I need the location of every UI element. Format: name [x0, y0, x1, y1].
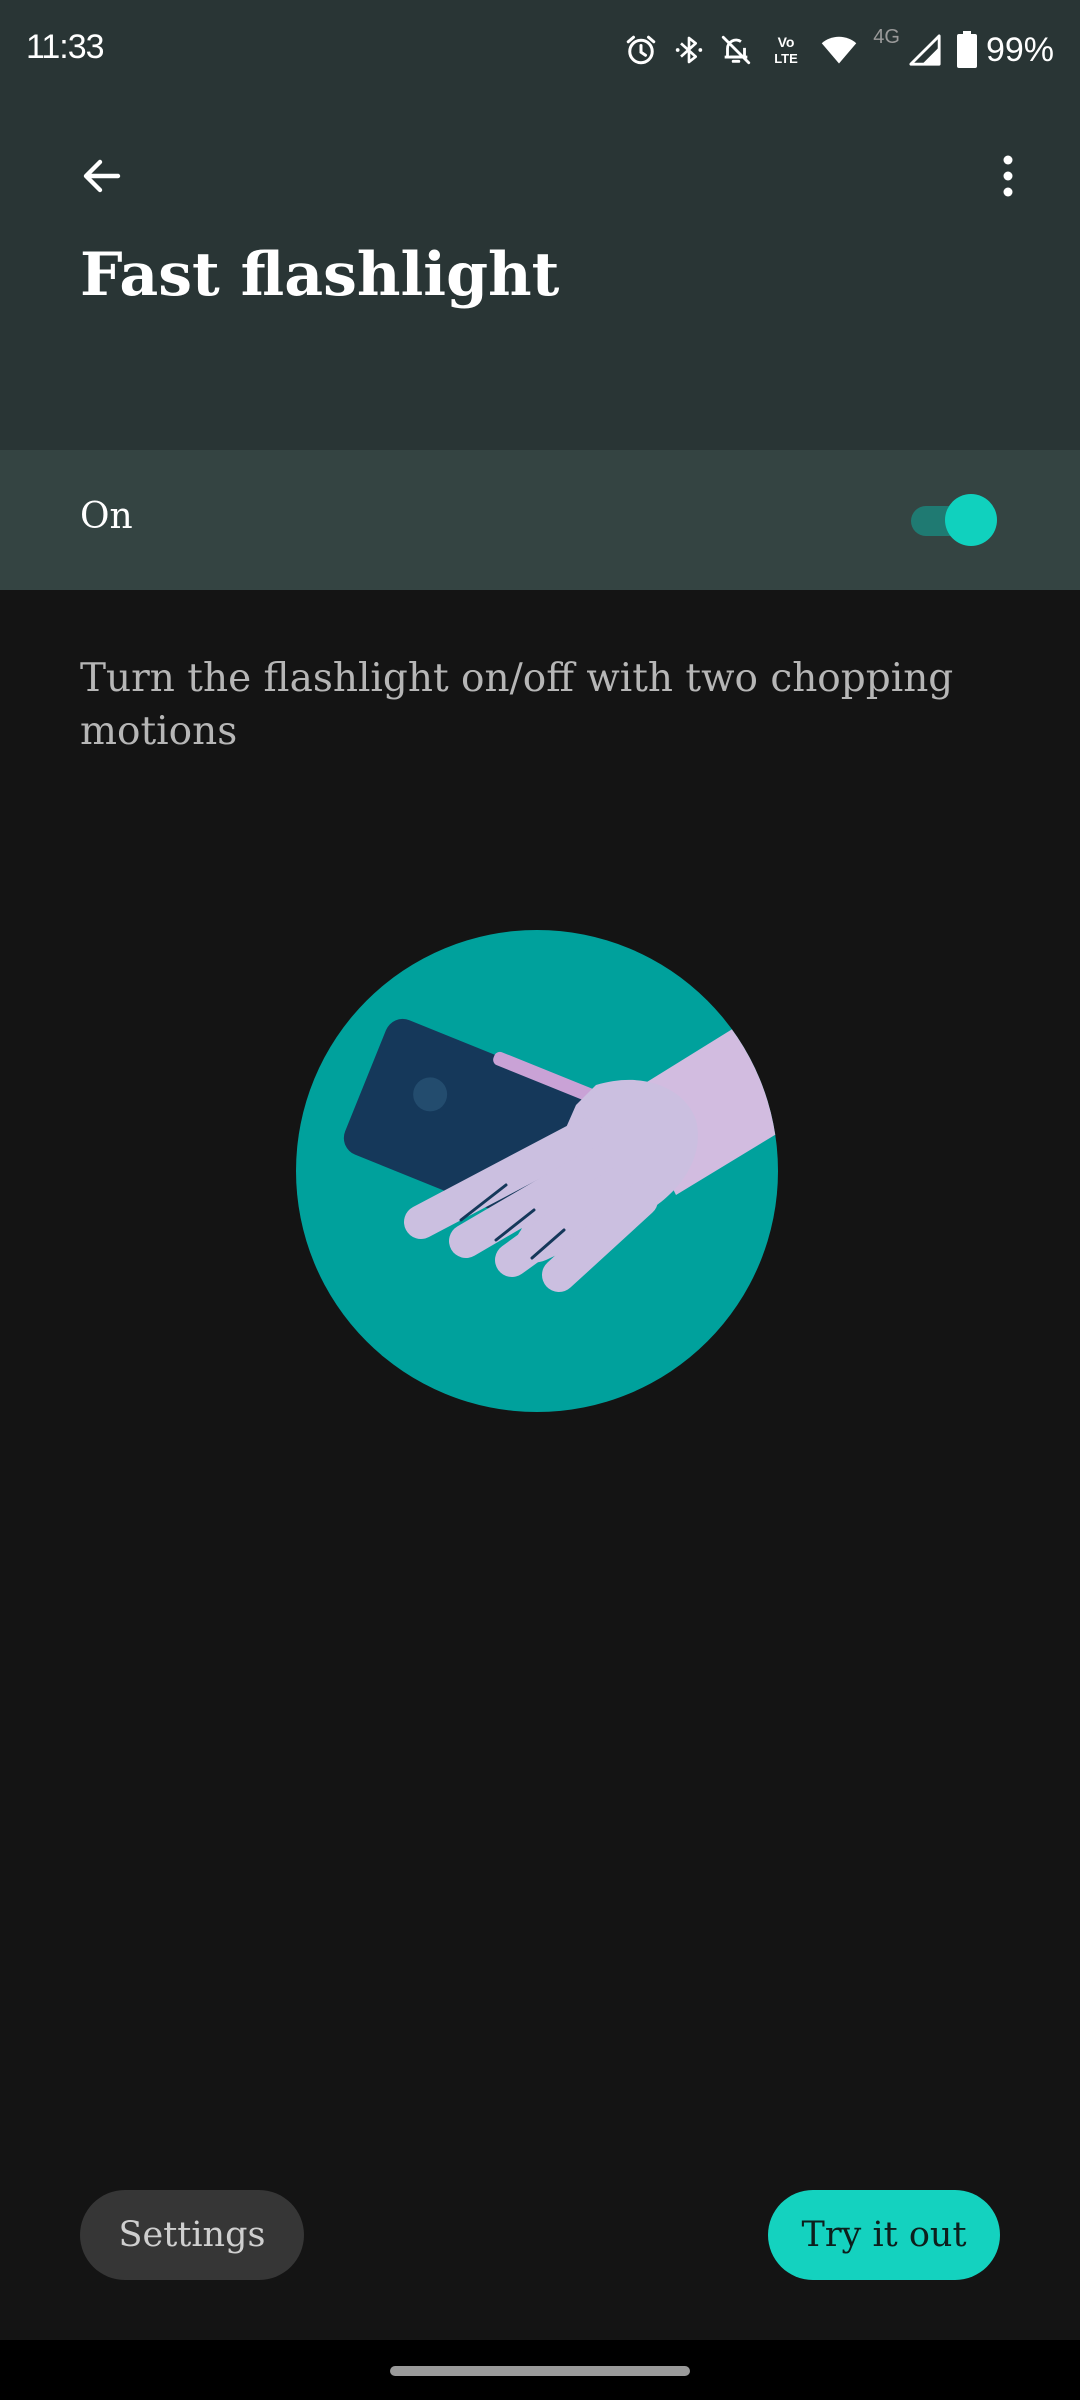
switch-thumb: [945, 494, 997, 546]
more-options-button[interactable]: [968, 138, 1048, 218]
settings-button[interactable]: Settings: [80, 2190, 304, 2280]
alarm-icon: [623, 32, 659, 68]
gesture-nav-bar: [0, 2340, 1080, 2400]
battery-percent: 99%: [985, 30, 1054, 69]
bluetooth-icon: [673, 32, 705, 68]
status-icons: Vo LTE 4G 99%: [623, 24, 1054, 76]
more-vert-icon: [1000, 152, 1016, 204]
cell-signal-icon: [908, 32, 942, 68]
home-indicator[interactable]: [390, 2366, 690, 2376]
app-bar: Fast flashlight: [0, 100, 1080, 450]
feature-switch[interactable]: [907, 494, 1003, 546]
battery-icon: [956, 31, 978, 69]
feature-description: Turn the flashlight on/off with two chop…: [80, 656, 954, 754]
page-title: Fast flashlight: [80, 240, 560, 310]
feature-toggle-row[interactable]: On: [0, 450, 1080, 590]
try-it-out-button[interactable]: Try it out: [768, 2190, 1000, 2280]
volte-bottom-text: LTE: [774, 51, 798, 66]
wifi-icon: [819, 32, 859, 68]
arrow-back-icon: [78, 152, 126, 204]
status-bar: 11:33 Vo LTE 4G 99%: [0, 0, 1080, 100]
hand-holding-phone-illustration: [296, 930, 778, 1412]
status-time: 11:33: [26, 28, 105, 66]
back-button[interactable]: [62, 138, 142, 218]
volte-icon: Vo LTE: [767, 32, 805, 68]
network-type-label: 4G: [873, 26, 900, 48]
notifications-off-icon: [719, 32, 753, 68]
volte-top-text: Vo: [778, 34, 795, 50]
toggle-label: On: [80, 496, 133, 537]
